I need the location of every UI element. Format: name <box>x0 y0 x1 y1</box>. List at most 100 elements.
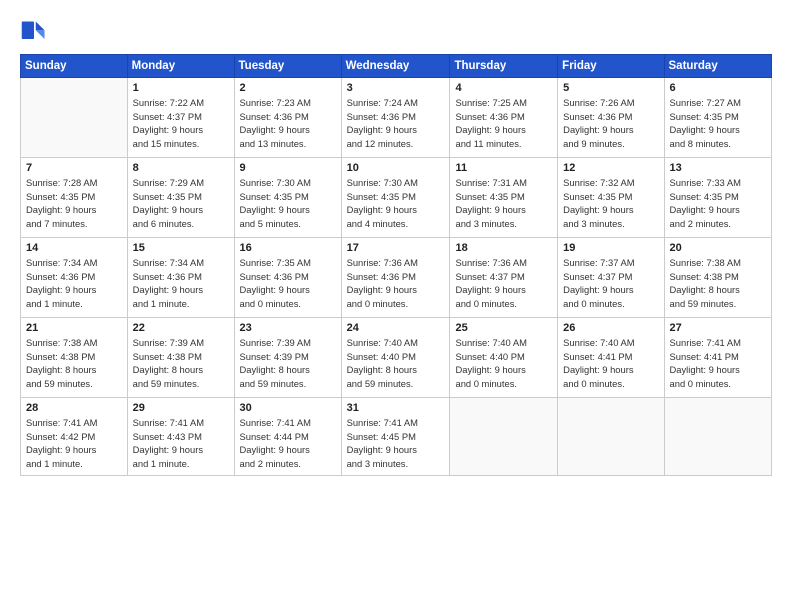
header-row: SundayMondayTuesdayWednesdayThursdayFrid… <box>21 55 772 78</box>
day-number: 19 <box>563 242 658 254</box>
day-info: Sunrise: 7:34 AM Sunset: 4:36 PM Dayligh… <box>26 256 122 311</box>
calendar-cell: 15Sunrise: 7:34 AM Sunset: 4:36 PM Dayli… <box>127 238 234 318</box>
day-number: 21 <box>26 322 122 334</box>
day-info: Sunrise: 7:41 AM Sunset: 4:44 PM Dayligh… <box>240 416 336 471</box>
day-info: Sunrise: 7:38 AM Sunset: 4:38 PM Dayligh… <box>670 256 766 311</box>
logo <box>20 18 52 46</box>
day-info: Sunrise: 7:36 AM Sunset: 4:37 PM Dayligh… <box>455 256 552 311</box>
calendar-cell: 14 Sunrise: 7:34 AM Sunset: 4:36 PM Dayli… <box>21 238 128 318</box>
day-info: Sunrise: 7:30 AM Sunset: 4:35 PM Dayligh… <box>240 176 336 231</box>
calendar-cell: 6 Sunrise: 7:27 AM Sunset: 4:35 PM Daylig… <box>664 78 771 158</box>
day-number: 20 <box>670 242 766 254</box>
calendar-cell: 20 Sunrise: 7:38 AM Sunset: 4:38 PM Dayli… <box>664 238 771 318</box>
day-number: 31 <box>347 402 445 414</box>
calendar-cell: 2Sunrise: 7:23 AM Sunset: 4:36 PM Daylig… <box>234 78 341 158</box>
page: SundayMondayTuesdayWednesdayThursdayFrid… <box>0 0 792 612</box>
calendar-cell: 9 Sunrise: 7:30 AM Sunset: 4:35 PM Daylig… <box>234 158 341 238</box>
calendar-cell: 19 Sunrise: 7:37 AM Sunset: 4:37 PM Dayli… <box>558 238 664 318</box>
day-info: Sunrise: 7:36 AM Sunset: 4:36 PM Dayligh… <box>347 256 445 311</box>
day-info: Sunrise: 7:28 AM Sunset: 4:35 PM Dayligh… <box>26 176 122 231</box>
calendar-cell <box>450 398 558 476</box>
day-number: 1 <box>133 82 229 94</box>
calendar-cell <box>558 398 664 476</box>
day-info: Sunrise: 7:26 AM Sunset: 4:36 PM Dayligh… <box>563 96 658 151</box>
day-info: Sunrise: 7:41 AM Sunset: 4:43 PM Dayligh… <box>133 416 229 471</box>
day-number: 30 <box>240 402 336 414</box>
day-number: 7 <box>26 162 122 174</box>
day-info: Sunrise: 7:40 AM Sunset: 4:40 PM Dayligh… <box>347 336 445 391</box>
calendar-cell: 8 Sunrise: 7:29 AM Sunset: 4:35 PM Daylig… <box>127 158 234 238</box>
day-info: Sunrise: 7:30 AM Sunset: 4:35 PM Dayligh… <box>347 176 445 231</box>
day-header: Tuesday <box>234 55 341 78</box>
calendar-cell: 25 Sunrise: 7:40 AM Sunset: 4:40 PM Dayli… <box>450 318 558 398</box>
calendar-cell <box>21 78 128 158</box>
day-header: Saturday <box>664 55 771 78</box>
day-info: Sunrise: 7:39 AM Sunset: 4:39 PM Dayligh… <box>240 336 336 391</box>
day-number: 23 <box>240 322 336 334</box>
day-number: 25 <box>455 322 552 334</box>
day-header: Sunday <box>21 55 128 78</box>
day-info: Sunrise: 7:41 AM Sunset: 4:45 PM Dayligh… <box>347 416 445 471</box>
day-info: Sunrise: 7:37 AM Sunset: 4:37 PM Dayligh… <box>563 256 658 311</box>
day-number: 17 <box>347 242 445 254</box>
calendar-cell: 13 Sunrise: 7:33 AM Sunset: 4:35 PM Dayli… <box>664 158 771 238</box>
day-number: 26 <box>563 322 658 334</box>
day-info: Sunrise: 7:31 AM Sunset: 4:35 PM Dayligh… <box>455 176 552 231</box>
day-number: 13 <box>670 162 766 174</box>
day-info: Sunrise: 7:27 AM Sunset: 4:35 PM Dayligh… <box>670 96 766 151</box>
calendar-cell: 18 Sunrise: 7:36 AM Sunset: 4:37 PM Dayli… <box>450 238 558 318</box>
header <box>20 18 772 46</box>
day-number: 15 <box>133 242 229 254</box>
calendar-cell: 28Sunrise: 7:41 AM Sunset: 4:42 PM Dayli… <box>21 398 128 476</box>
calendar-cell: 1 Sunrise: 7:22 AM Sunset: 4:37 PM Daylig… <box>127 78 234 158</box>
day-number: 4 <box>455 82 552 94</box>
calendar-week-row: 21 Sunrise: 7:38 AM Sunset: 4:38 PM Dayli… <box>21 318 772 398</box>
calendar-cell: 5Sunrise: 7:26 AM Sunset: 4:36 PM Daylig… <box>558 78 664 158</box>
day-header: Monday <box>127 55 234 78</box>
day-number: 18 <box>455 242 552 254</box>
calendar-cell <box>664 398 771 476</box>
day-number: 9 <box>240 162 336 174</box>
calendar-cell: 30 Sunrise: 7:41 AM Sunset: 4:44 PM Dayli… <box>234 398 341 476</box>
calendar-cell: 17 Sunrise: 7:36 AM Sunset: 4:36 PM Dayli… <box>341 238 450 318</box>
day-number: 29 <box>133 402 229 414</box>
calendar-week-row: 14 Sunrise: 7:34 AM Sunset: 4:36 PM Dayli… <box>21 238 772 318</box>
calendar-cell: 24 Sunrise: 7:40 AM Sunset: 4:40 PM Dayli… <box>341 318 450 398</box>
calendar-cell: 21 Sunrise: 7:38 AM Sunset: 4:38 PM Dayli… <box>21 318 128 398</box>
day-info: Sunrise: 7:38 AM Sunset: 4:38 PM Dayligh… <box>26 336 122 391</box>
logo-icon <box>20 18 48 46</box>
calendar-cell: 7 Sunrise: 7:28 AM Sunset: 4:35 PM Daylig… <box>21 158 128 238</box>
calendar-cell: 29 Sunrise: 7:41 AM Sunset: 4:43 PM Dayli… <box>127 398 234 476</box>
day-info: Sunrise: 7:22 AM Sunset: 4:37 PM Dayligh… <box>133 96 229 151</box>
calendar-week-row: 7 Sunrise: 7:28 AM Sunset: 4:35 PM Daylig… <box>21 158 772 238</box>
day-number: 11 <box>455 162 552 174</box>
calendar-week-row: 28Sunrise: 7:41 AM Sunset: 4:42 PM Dayli… <box>21 398 772 476</box>
calendar-cell: 31 Sunrise: 7:41 AM Sunset: 4:45 PM Dayli… <box>341 398 450 476</box>
calendar-cell: 23 Sunrise: 7:39 AM Sunset: 4:39 PM Dayli… <box>234 318 341 398</box>
day-number: 8 <box>133 162 229 174</box>
calendar-cell: 4Sunrise: 7:25 AM Sunset: 4:36 PM Daylig… <box>450 78 558 158</box>
day-header: Friday <box>558 55 664 78</box>
day-number: 24 <box>347 322 445 334</box>
calendar-cell: 16 Sunrise: 7:35 AM Sunset: 4:36 PM Dayli… <box>234 238 341 318</box>
calendar-cell: 22Sunrise: 7:39 AM Sunset: 4:38 PM Dayli… <box>127 318 234 398</box>
day-number: 27 <box>670 322 766 334</box>
calendar: SundayMondayTuesdayWednesdayThursdayFrid… <box>20 54 772 476</box>
day-header: Wednesday <box>341 55 450 78</box>
day-info: Sunrise: 7:32 AM Sunset: 4:35 PM Dayligh… <box>563 176 658 231</box>
day-info: Sunrise: 7:40 AM Sunset: 4:40 PM Dayligh… <box>455 336 552 391</box>
day-header: Thursday <box>450 55 558 78</box>
calendar-cell: 12Sunrise: 7:32 AM Sunset: 4:35 PM Dayli… <box>558 158 664 238</box>
day-info: Sunrise: 7:40 AM Sunset: 4:41 PM Dayligh… <box>563 336 658 391</box>
day-info: Sunrise: 7:29 AM Sunset: 4:35 PM Dayligh… <box>133 176 229 231</box>
day-info: Sunrise: 7:35 AM Sunset: 4:36 PM Dayligh… <box>240 256 336 311</box>
day-number: 14 <box>26 242 122 254</box>
day-info: Sunrise: 7:41 AM Sunset: 4:41 PM Dayligh… <box>670 336 766 391</box>
day-info: Sunrise: 7:33 AM Sunset: 4:35 PM Dayligh… <box>670 176 766 231</box>
calendar-week-row: 1 Sunrise: 7:22 AM Sunset: 4:37 PM Daylig… <box>21 78 772 158</box>
calendar-cell: 3Sunrise: 7:24 AM Sunset: 4:36 PM Daylig… <box>341 78 450 158</box>
calendar-cell: 10Sunrise: 7:30 AM Sunset: 4:35 PM Dayli… <box>341 158 450 238</box>
day-info: Sunrise: 7:23 AM Sunset: 4:36 PM Dayligh… <box>240 96 336 151</box>
day-number: 6 <box>670 82 766 94</box>
day-number: 16 <box>240 242 336 254</box>
